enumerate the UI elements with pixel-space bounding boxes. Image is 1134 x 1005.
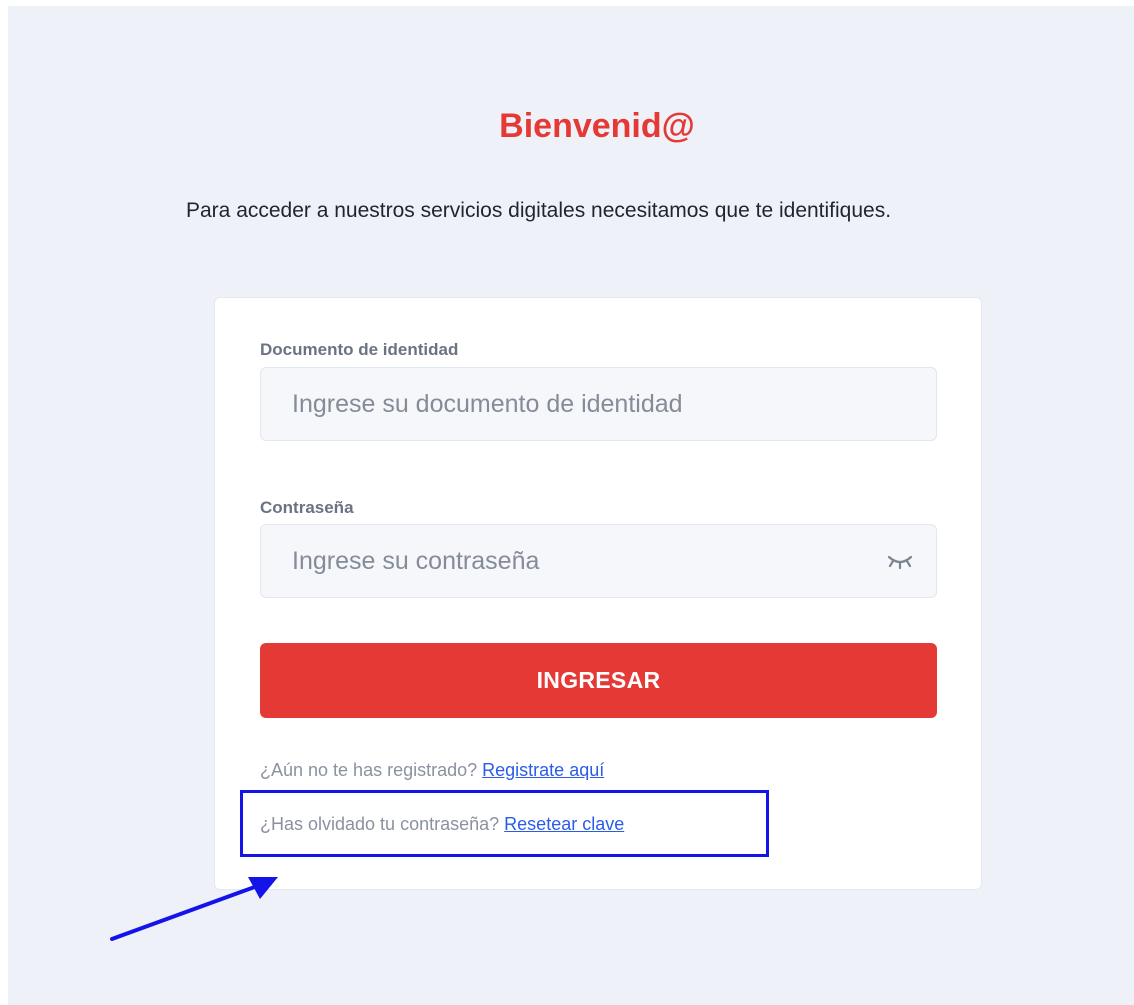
eye-closed-icon[interactable] (886, 549, 914, 573)
reset-password-link[interactable]: Resetear clave (504, 814, 624, 834)
password-label: Contraseña (260, 498, 354, 517)
forgot-password-prompt: ¿Has olvidado tu contraseña? (260, 814, 500, 834)
register-link[interactable]: Registrate aquí (482, 760, 604, 780)
ingresar-button[interactable]: INGRESAR (260, 643, 937, 718)
register-prompt: ¿Aún no te has registrado? (260, 760, 478, 780)
document-input[interactable] (261, 368, 936, 440)
password-input[interactable] (261, 525, 936, 597)
forgot-password-line: ¿Has olvidado tu contraseña? Resetear cl… (260, 814, 624, 835)
login-card: Documento de identidad Contraseña INGRES… (214, 297, 982, 890)
password-input-wrapper (260, 524, 937, 598)
page-title: Bienvenid@ (499, 107, 695, 145)
document-label: Documento de identidad (260, 340, 459, 359)
register-line: ¿Aún no te has registrado? Registrate aq… (260, 760, 604, 781)
document-input-wrapper (260, 367, 937, 441)
intro-text: Para acceder a nuestros servicios digita… (186, 199, 892, 222)
